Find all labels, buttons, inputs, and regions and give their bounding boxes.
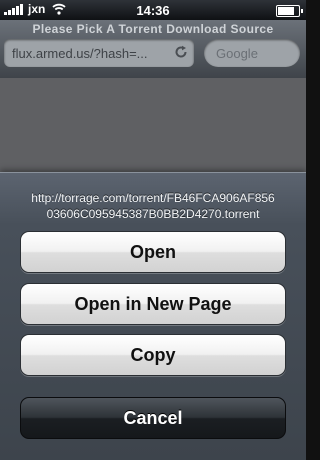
link-url-line-1: http://torrage.com/torrent/FB46FCA906AF8… xyxy=(31,191,275,205)
page-title: Please Pick A Torrent Download Source xyxy=(32,22,274,36)
open-button[interactable]: Open xyxy=(20,231,286,273)
copy-button[interactable]: Copy xyxy=(20,334,286,376)
status-bar: jxn 14:36 xyxy=(0,0,306,20)
open-in-new-page-button[interactable]: Open in New Page xyxy=(20,283,286,325)
link-url-line-2: 03606C095945387B0BB2D4270.torrent xyxy=(46,207,260,221)
status-time: 14:36 xyxy=(136,3,170,18)
safari-screen: jxn 14:36 Please Pick A Torrent Download… xyxy=(0,0,306,460)
search-placeholder: Google xyxy=(216,46,258,61)
address-bar[interactable]: flux.armed.us/?hash=... xyxy=(4,39,194,67)
reload-icon[interactable] xyxy=(174,45,188,59)
cancel-button[interactable]: Cancel xyxy=(20,397,286,439)
action-sheet: http://torrage.com/torrent/FB46FCA906AF8… xyxy=(0,172,306,460)
battery-level xyxy=(278,7,294,15)
address-bar-url: flux.armed.us/?hash=... xyxy=(12,46,148,61)
link-url: http://torrage.com/torrent/FB46FCA906AF8… xyxy=(10,190,296,222)
browser-toolbar: Please Pick A Torrent Download Source fl… xyxy=(0,20,306,78)
battery-icon xyxy=(276,5,303,17)
search-field[interactable]: Google xyxy=(204,39,300,67)
